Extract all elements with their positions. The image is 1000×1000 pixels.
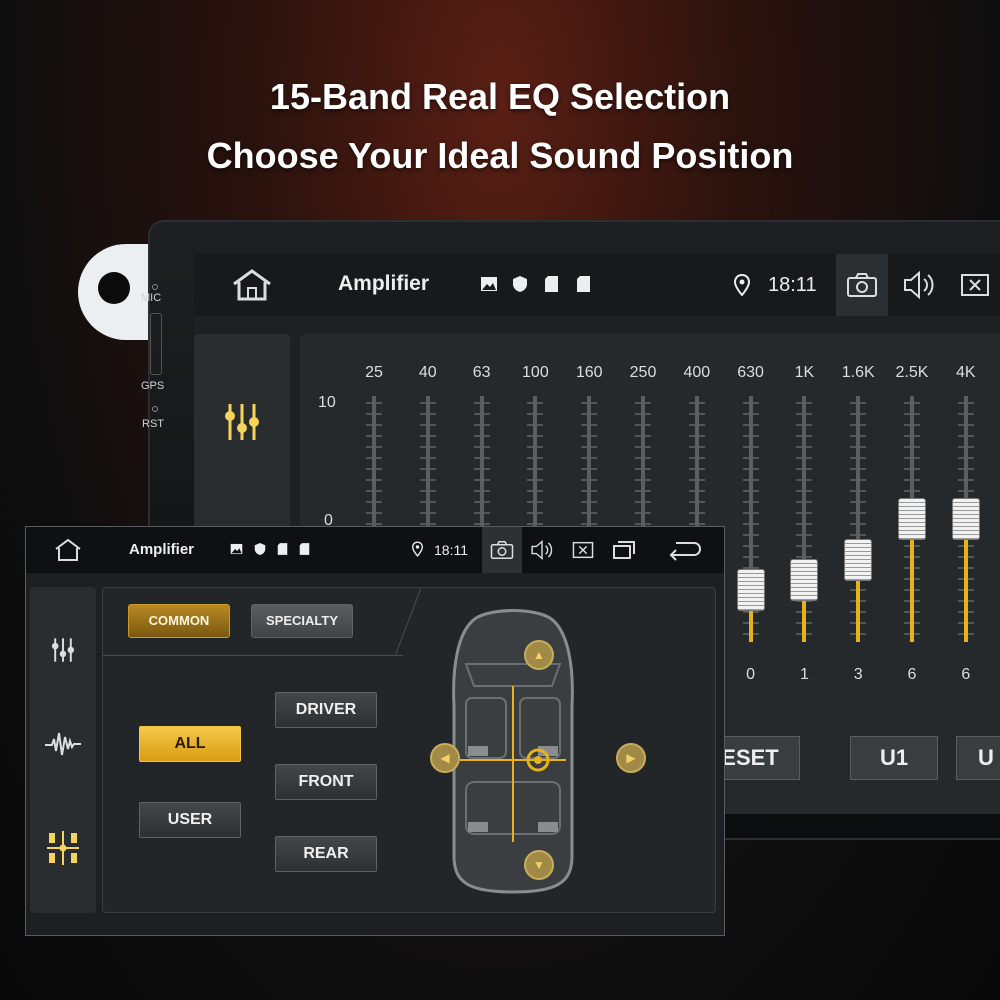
eq-band-freq: 100 <box>522 364 549 381</box>
volume-icon[interactable] <box>530 539 554 561</box>
window-icon[interactable] <box>612 540 636 560</box>
eq-slider-knob[interactable] <box>790 559 819 602</box>
reset-hole <box>152 406 158 412</box>
clock: 18:11 <box>768 274 817 296</box>
shield-icon <box>513 276 527 292</box>
u1-button[interactable]: U1 <box>850 736 938 780</box>
app-title: Amplifier <box>129 541 195 558</box>
side-panel <box>30 587 96 913</box>
tab-bar: COMMON SPECIALTY <box>103 588 403 656</box>
mic-hole <box>152 284 158 290</box>
sound-position-screen: Amplifier 18:11 COMMON SPECIALTY ALL USE… <box>25 526 725 936</box>
front-button[interactable]: FRONT <box>275 764 377 800</box>
image-icon <box>481 277 497 291</box>
headline-line-2: Choose Your Ideal Sound Position <box>206 135 794 176</box>
tab-common[interactable]: COMMON <box>128 604 230 638</box>
eq-band-freq: 25 <box>365 364 383 381</box>
volume-icon[interactable] <box>902 270 936 300</box>
eq-band-freq: 1.6K <box>841 364 875 381</box>
all-button[interactable]: ALL <box>139 726 241 762</box>
car-diagram <box>452 609 574 894</box>
home-icon[interactable] <box>230 268 274 302</box>
eq-slider-knob[interactable] <box>951 498 980 540</box>
eq-band-freq: 2.5K <box>895 364 929 381</box>
arrow-right-button[interactable]: ▶ <box>616 743 646 773</box>
sd-card-icon <box>299 543 310 555</box>
eq-band-value: 0 <box>746 666 756 683</box>
eq-band-freq: 400 <box>683 364 711 381</box>
arrow-up-button[interactable]: ▲ <box>524 640 554 670</box>
eq-band-value: 6 <box>961 666 971 683</box>
waveform-icon[interactable] <box>44 729 82 759</box>
eq-band-value: 3 <box>853 666 863 683</box>
sd-card-icon <box>545 276 558 292</box>
sd-card-icon <box>277 543 288 555</box>
location-icon <box>412 541 423 557</box>
sound-position-icon[interactable] <box>46 829 80 867</box>
arrow-down-button[interactable]: ▼ <box>524 850 554 880</box>
home-icon[interactable] <box>53 538 83 562</box>
arrow-right-icon: ▶ <box>626 751 636 765</box>
eq-band-freq: 1K <box>794 364 815 381</box>
arrow-up-icon: ▲ <box>533 648 545 662</box>
location-icon <box>734 274 750 296</box>
mic-label: MIC <box>141 292 162 304</box>
crosshair-icon[interactable] <box>524 746 552 774</box>
status-bar: Amplifier 18:11 <box>194 254 1000 316</box>
user-button[interactable]: USER <box>139 802 241 838</box>
image-icon <box>230 543 243 555</box>
tab-divider <box>394 588 422 656</box>
eq-band-freq: 160 <box>575 364 603 381</box>
eq-band-freq: 250 <box>629 364 657 381</box>
gps-label: GPS <box>141 380 165 392</box>
arrow-left-icon: ◀ <box>440 751 450 765</box>
status-bar: Amplifier 18:11 <box>26 527 724 573</box>
equalizer-sliders-icon[interactable] <box>222 400 262 444</box>
camera-icon[interactable] <box>846 272 878 298</box>
shield-icon <box>254 543 266 555</box>
close-box-icon[interactable] <box>960 273 990 297</box>
rear-button[interactable]: REAR <box>275 836 377 872</box>
camera-icon[interactable] <box>490 540 514 560</box>
eq-scale-top: 10 <box>318 394 336 411</box>
driver-button[interactable]: DRIVER <box>275 692 377 728</box>
bracket-hole <box>98 272 130 304</box>
eq-band-freq: 40 <box>418 364 437 381</box>
sd-card-icon <box>577 276 590 292</box>
eq-band-value: 6 <box>907 666 917 683</box>
eq-band-freq: 63 <box>472 364 491 381</box>
clock: 18:11 <box>434 542 468 558</box>
rst-label: RST <box>142 418 164 430</box>
arrow-down-icon: ▼ <box>533 858 545 872</box>
arrow-left-button[interactable]: ◀ <box>430 743 460 773</box>
eq-slider-knob[interactable] <box>736 569 765 612</box>
eq-slider-knob[interactable] <box>844 538 873 581</box>
eq-band-value: 1 <box>799 666 809 683</box>
headline-line-1: 15-Band Real EQ Selection <box>269 76 731 117</box>
equalizer-sliders-icon[interactable] <box>50 635 76 665</box>
eq-band-freq: 630 <box>737 364 764 381</box>
eq-slider-knob[interactable] <box>898 498 926 540</box>
close-box-icon[interactable] <box>572 541 594 559</box>
back-icon[interactable] <box>668 539 702 561</box>
tab-specialty[interactable]: SPECIALTY <box>251 604 353 638</box>
u2-button[interactable]: U <box>956 736 1000 780</box>
app-title: Amplifier <box>338 272 430 295</box>
sd-slot <box>150 313 162 375</box>
eq-band-freq: 4K <box>956 364 976 381</box>
